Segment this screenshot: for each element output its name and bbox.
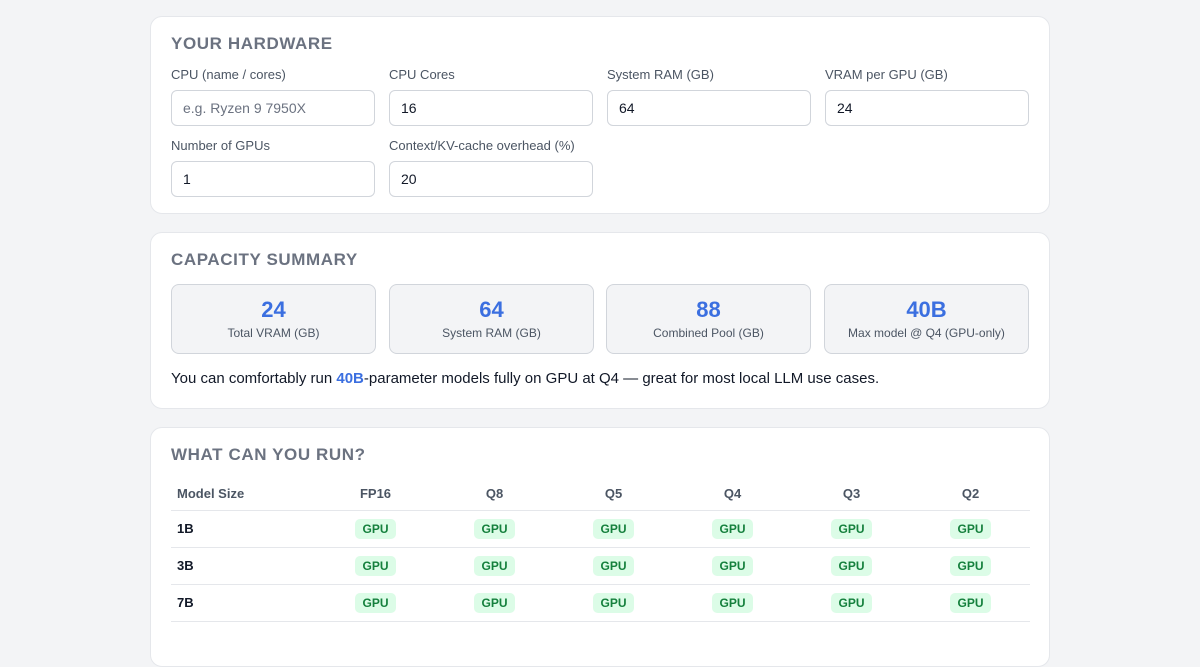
num-gpus-input[interactable] [171, 161, 375, 197]
summary-highlight: 40B [336, 370, 364, 387]
gpu-badge: GPU [712, 592, 753, 613]
stat-combined-pool: 88 Combined Pool (GB) [606, 284, 811, 354]
hardware-title: YOUR HARDWARE [171, 34, 333, 53]
model-size-cell: 7B [171, 584, 316, 622]
what-can-you-run-card: WHAT CAN YOU RUN? Model Size FP16 Q8 Q5 … [150, 427, 1050, 667]
summary-text: You can comfortably run 40B-parameter mo… [171, 370, 879, 388]
gpu-badge: GPU [593, 592, 634, 613]
hardware-card: YOUR HARDWARE CPU (name / cores) CPU Cor… [150, 16, 1050, 214]
kv-overhead-field: Context/KV-cache overhead (%) [389, 138, 593, 197]
stat-value: 24 [261, 297, 286, 322]
system-ram-input[interactable] [607, 90, 811, 126]
summary-text-suffix: -parameter models fully on GPU at Q4 — g… [363, 370, 880, 387]
cpu-name-input[interactable] [171, 90, 375, 126]
num-gpus-label: Number of GPUs [171, 138, 270, 153]
cpu-cores-label: CPU Cores [389, 67, 455, 82]
header-q5: Q5 [554, 478, 673, 511]
vram-per-gpu-field: VRAM per GPU (GB) [825, 67, 1029, 126]
header-q2: Q2 [911, 478, 1030, 511]
capacity-summary-card: CAPACITY SUMMARY 24 Total VRAM (GB) 64 S… [150, 232, 1050, 409]
system-ram-label: System RAM (GB) [607, 67, 714, 82]
gpu-badge: GPU [712, 555, 753, 576]
stat-label: Combined Pool (GB) [653, 326, 764, 340]
gpu-badge: GPU [950, 592, 991, 613]
gpu-badge: GPU [593, 555, 634, 576]
vram-per-gpu-label: VRAM per GPU (GB) [825, 67, 948, 82]
num-gpus-field: Number of GPUs [171, 138, 375, 197]
system-ram-field: System RAM (GB) [607, 67, 811, 126]
stat-max-model: 40B Max model @ Q4 (GPU-only) [824, 284, 1029, 354]
table-header-row: Model Size FP16 Q8 Q5 Q4 Q3 Q2 [171, 478, 1030, 511]
model-compat-table: Model Size FP16 Q8 Q5 Q4 Q3 Q2 1B GPU GP… [171, 478, 1030, 622]
gpu-badge: GPU [712, 518, 753, 539]
gpu-badge: GPU [950, 518, 991, 539]
vram-per-gpu-input[interactable] [825, 90, 1029, 126]
table-row: 7B GPU GPU GPU GPU GPU GPU [171, 584, 1030, 622]
cpu-name-field: CPU (name / cores) [171, 67, 375, 126]
stat-value: 64 [479, 297, 504, 322]
kv-overhead-input[interactable] [389, 161, 593, 197]
model-size-cell: 3B [171, 547, 316, 585]
table-row: 1B GPU GPU GPU GPU GPU GPU [171, 510, 1030, 548]
kv-overhead-label: Context/KV-cache overhead (%) [389, 138, 575, 153]
header-q4: Q4 [673, 478, 792, 511]
cpu-name-label: CPU (name / cores) [171, 67, 286, 82]
gpu-badge: GPU [474, 555, 515, 576]
header-model-size: Model Size [171, 478, 316, 511]
run-title: WHAT CAN YOU RUN? [171, 445, 366, 464]
stat-value: 88 [696, 297, 721, 322]
cpu-cores-field: CPU Cores [389, 67, 593, 126]
stat-total-vram: 24 Total VRAM (GB) [171, 284, 376, 354]
table-row: 3B GPU GPU GPU GPU GPU GPU [171, 547, 1030, 585]
header-fp16: FP16 [316, 478, 435, 511]
stat-label: System RAM (GB) [442, 326, 541, 340]
summary-title: CAPACITY SUMMARY [171, 250, 358, 269]
gpu-badge: GPU [950, 555, 991, 576]
gpu-badge: GPU [831, 518, 872, 539]
gpu-badge: GPU [593, 518, 634, 539]
header-q3: Q3 [792, 478, 911, 511]
gpu-badge: GPU [355, 555, 396, 576]
cpu-cores-input[interactable] [389, 90, 593, 126]
gpu-badge: GPU [831, 555, 872, 576]
stat-value: 40B [906, 297, 947, 322]
model-size-cell: 1B [171, 510, 316, 548]
summary-text-prefix: You can comfortably run [171, 370, 337, 387]
gpu-badge: GPU [474, 592, 515, 613]
stat-label: Total VRAM (GB) [227, 326, 320, 340]
gpu-badge: GPU [355, 592, 396, 613]
gpu-badge: GPU [355, 518, 396, 539]
gpu-badge: GPU [474, 518, 515, 539]
stat-label: Max model @ Q4 (GPU-only) [848, 326, 1005, 340]
header-q8: Q8 [435, 478, 554, 511]
gpu-badge: GPU [831, 592, 872, 613]
stat-system-ram: 64 System RAM (GB) [389, 284, 594, 354]
